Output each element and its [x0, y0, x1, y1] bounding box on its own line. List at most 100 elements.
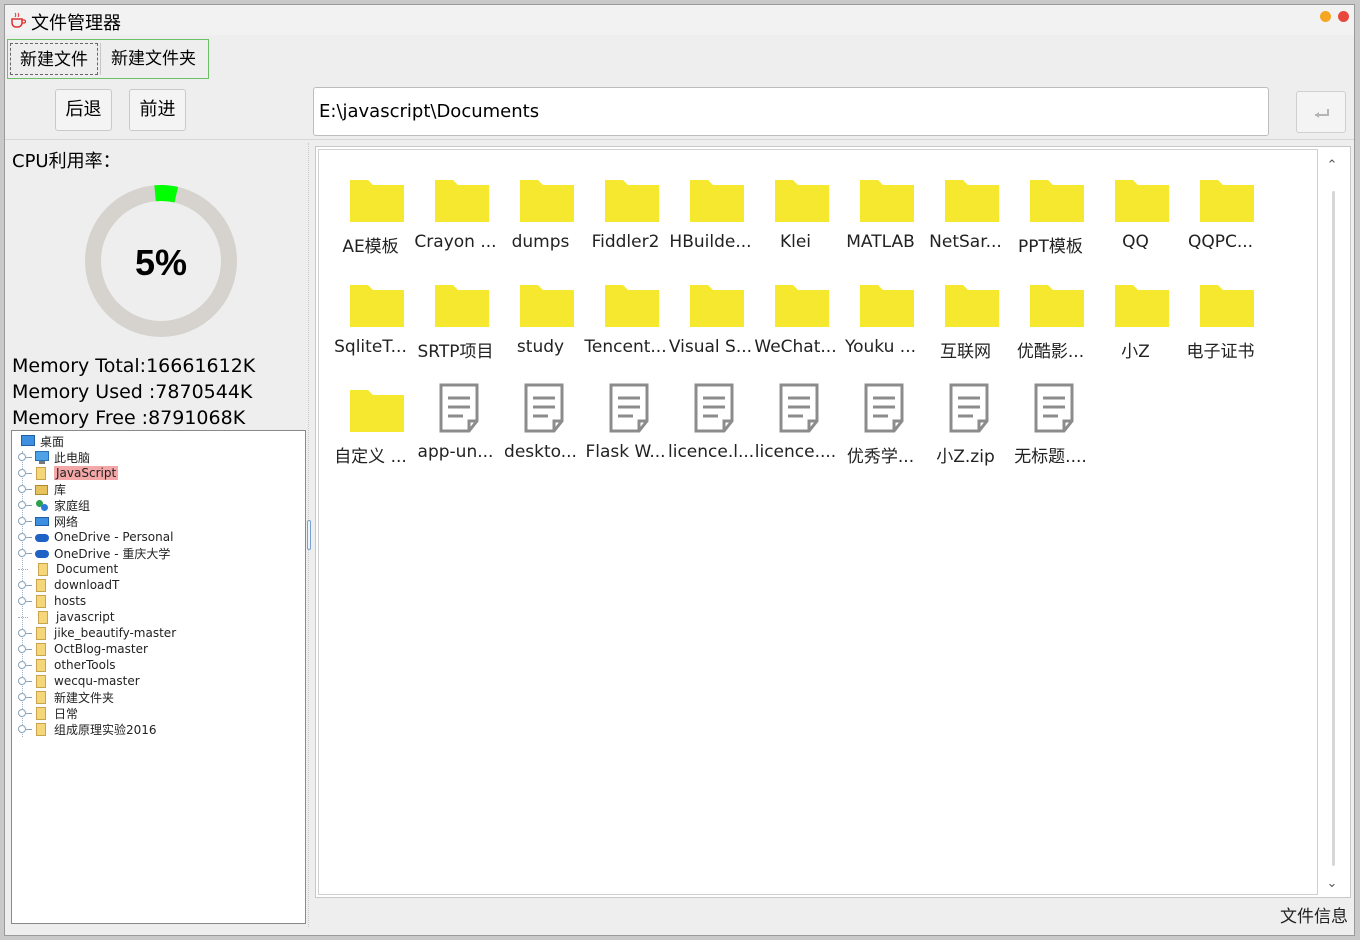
folder-item[interactable]: study — [498, 277, 583, 372]
file-item[interactable]: deskto... — [498, 382, 583, 477]
tree-item[interactable]: 日常 — [18, 705, 78, 721]
memory-free: Memory Free :8791068K — [12, 407, 246, 429]
folder-icon — [36, 610, 52, 624]
vertical-scrollbar[interactable]: ⌃ ⌄ — [1319, 151, 1347, 893]
folder-icon — [348, 277, 406, 329]
folder-item[interactable]: 互联网 — [923, 277, 1008, 372]
file-item[interactable]: 小Z.zip — [923, 382, 1008, 477]
tree-item[interactable]: javascript — [18, 609, 115, 625]
expand-toggle-icon[interactable] — [18, 597, 32, 605]
memory-used: Memory Used :7870544K — [12, 381, 253, 403]
tree-item[interactable]: 家庭组 — [18, 497, 90, 513]
folder-icon — [773, 172, 831, 224]
folder-item[interactable]: Tencent... — [583, 277, 668, 372]
tree-item[interactable]: 新建文件夹 — [18, 689, 114, 705]
folder-item[interactable]: Klei — [753, 172, 838, 267]
tree-item[interactable]: jike_beautify-master — [18, 625, 176, 641]
folder-item[interactable]: Youku ... — [838, 277, 923, 372]
folder-item[interactable]: QQPC... — [1178, 172, 1263, 267]
expand-toggle-icon[interactable] — [18, 645, 32, 653]
folder-icon — [36, 562, 52, 576]
folder-item[interactable]: HBuilde... — [668, 172, 753, 267]
folder-item[interactable]: MATLAB — [838, 172, 923, 267]
tree-item[interactable]: downloadT — [18, 577, 119, 593]
expand-toggle-icon[interactable] — [18, 469, 32, 477]
expand-toggle-icon[interactable] — [18, 629, 32, 637]
folder-item[interactable]: QQ — [1093, 172, 1178, 267]
folder-item[interactable]: SRTP项目 — [413, 277, 498, 372]
folder-item[interactable]: NetSar... — [923, 172, 1008, 267]
file-item[interactable]: licence.... — [753, 382, 838, 477]
tree-item[interactable]: wecqu-master — [18, 673, 140, 689]
close-button[interactable] — [1338, 11, 1349, 22]
expand-toggle-icon[interactable] — [18, 453, 32, 461]
tree-item[interactable]: OneDrive - 重庆大学 — [18, 545, 170, 561]
tree-item[interactable]: OneDrive - Personal — [18, 529, 173, 545]
expand-toggle-icon[interactable] — [18, 725, 32, 733]
tree-item-label: OneDrive - 重庆大学 — [54, 546, 171, 561]
go-button[interactable] — [1296, 91, 1346, 133]
tree-item[interactable]: 网络 — [18, 513, 78, 529]
folder-item[interactable]: WeChat... — [753, 277, 838, 372]
new-file-button[interactable]: 新建文件 — [10, 43, 98, 75]
expand-toggle-icon[interactable] — [18, 501, 32, 509]
forward-button[interactable]: 前进 — [129, 89, 186, 131]
memory-total: Memory Total:16661612K — [12, 355, 256, 377]
folder-item[interactable]: 电子证书 — [1178, 277, 1263, 372]
path-input[interactable]: E:\javascript\Documents — [313, 87, 1269, 136]
folder-item[interactable]: 自定义 ... — [328, 382, 413, 477]
folder-icon — [433, 277, 491, 329]
file-name: 小Z.zip — [936, 447, 995, 467]
file-name: PPT模板 — [1018, 237, 1083, 257]
tree-item[interactable]: Document — [18, 561, 118, 577]
tree-item[interactable]: OctBlog-master — [18, 641, 148, 657]
expand-toggle-icon[interactable] — [18, 581, 32, 589]
folder-icon — [943, 172, 1001, 224]
expand-toggle-icon[interactable] — [18, 677, 32, 685]
scroll-track[interactable] — [1332, 191, 1335, 866]
document-icon — [518, 382, 576, 434]
folder-item[interactable]: SqliteT... — [328, 277, 413, 372]
tree-item[interactable]: 组成原理实验2016 — [18, 721, 157, 737]
folder-item[interactable]: Visual S... — [668, 277, 753, 372]
folder-item[interactable]: PPT模板 — [1008, 172, 1093, 267]
folder-tree[interactable]: 桌面 此电脑 JavaScript 库家庭组 网络 OneDrive - Persona… — [11, 430, 306, 924]
tree-item[interactable]: JavaScript — [18, 465, 119, 481]
expand-toggle-icon[interactable] — [18, 661, 32, 669]
expand-toggle-icon[interactable] — [18, 709, 32, 717]
folder-item[interactable]: AE模板 — [328, 172, 413, 267]
file-name: 自定义 ... — [334, 447, 407, 467]
expand-toggle-icon[interactable] — [18, 485, 32, 493]
expand-toggle-icon[interactable] — [18, 549, 32, 557]
minimize-button[interactable] — [1320, 11, 1331, 22]
file-view: AE模板 Crayon ... dumps Fiddler2 HBuilde... Kle… — [315, 146, 1351, 898]
tree-root[interactable]: 桌面 — [14, 433, 64, 449]
expand-toggle-icon[interactable] — [18, 693, 32, 701]
tree-item[interactable]: 库 — [18, 481, 66, 497]
tree-item[interactable]: otherTools — [18, 657, 116, 673]
folder-item[interactable]: 小Z — [1093, 277, 1178, 372]
scroll-up-icon[interactable]: ⌃ — [1325, 159, 1339, 173]
splitter-handle[interactable] — [307, 520, 311, 550]
file-manager-window: 文件管理器 新建文件 新建文件夹 后退 前进 E:\javascript\Doc… — [4, 4, 1355, 936]
file-name: NetSar... — [929, 232, 1002, 252]
tree-item[interactable]: hosts — [18, 593, 86, 609]
folder-item[interactable]: dumps — [498, 172, 583, 267]
tree-item[interactable]: 此电脑 — [18, 449, 90, 465]
scroll-down-icon[interactable]: ⌄ — [1325, 877, 1339, 891]
file-item[interactable]: app-un... — [413, 382, 498, 477]
folder-item[interactable]: 优酷影... — [1008, 277, 1093, 372]
file-name: 优酷影... — [1016, 342, 1085, 362]
file-item[interactable]: 优秀学... — [838, 382, 923, 477]
back-button[interactable]: 后退 — [55, 89, 112, 131]
new-folder-button[interactable]: 新建文件夹 — [100, 43, 206, 75]
file-item[interactable]: Flask W... — [583, 382, 668, 477]
file-item[interactable]: 无标题.... — [1008, 382, 1093, 477]
tree-item-label: wecqu-master — [54, 674, 140, 688]
expand-toggle-icon[interactable] — [18, 517, 32, 525]
expand-toggle-icon — [18, 561, 28, 570]
expand-toggle-icon[interactable] — [18, 533, 32, 541]
file-item[interactable]: licence.l... — [668, 382, 754, 477]
folder-item[interactable]: Crayon ... — [413, 172, 498, 267]
folder-item[interactable]: Fiddler2 — [583, 172, 668, 267]
